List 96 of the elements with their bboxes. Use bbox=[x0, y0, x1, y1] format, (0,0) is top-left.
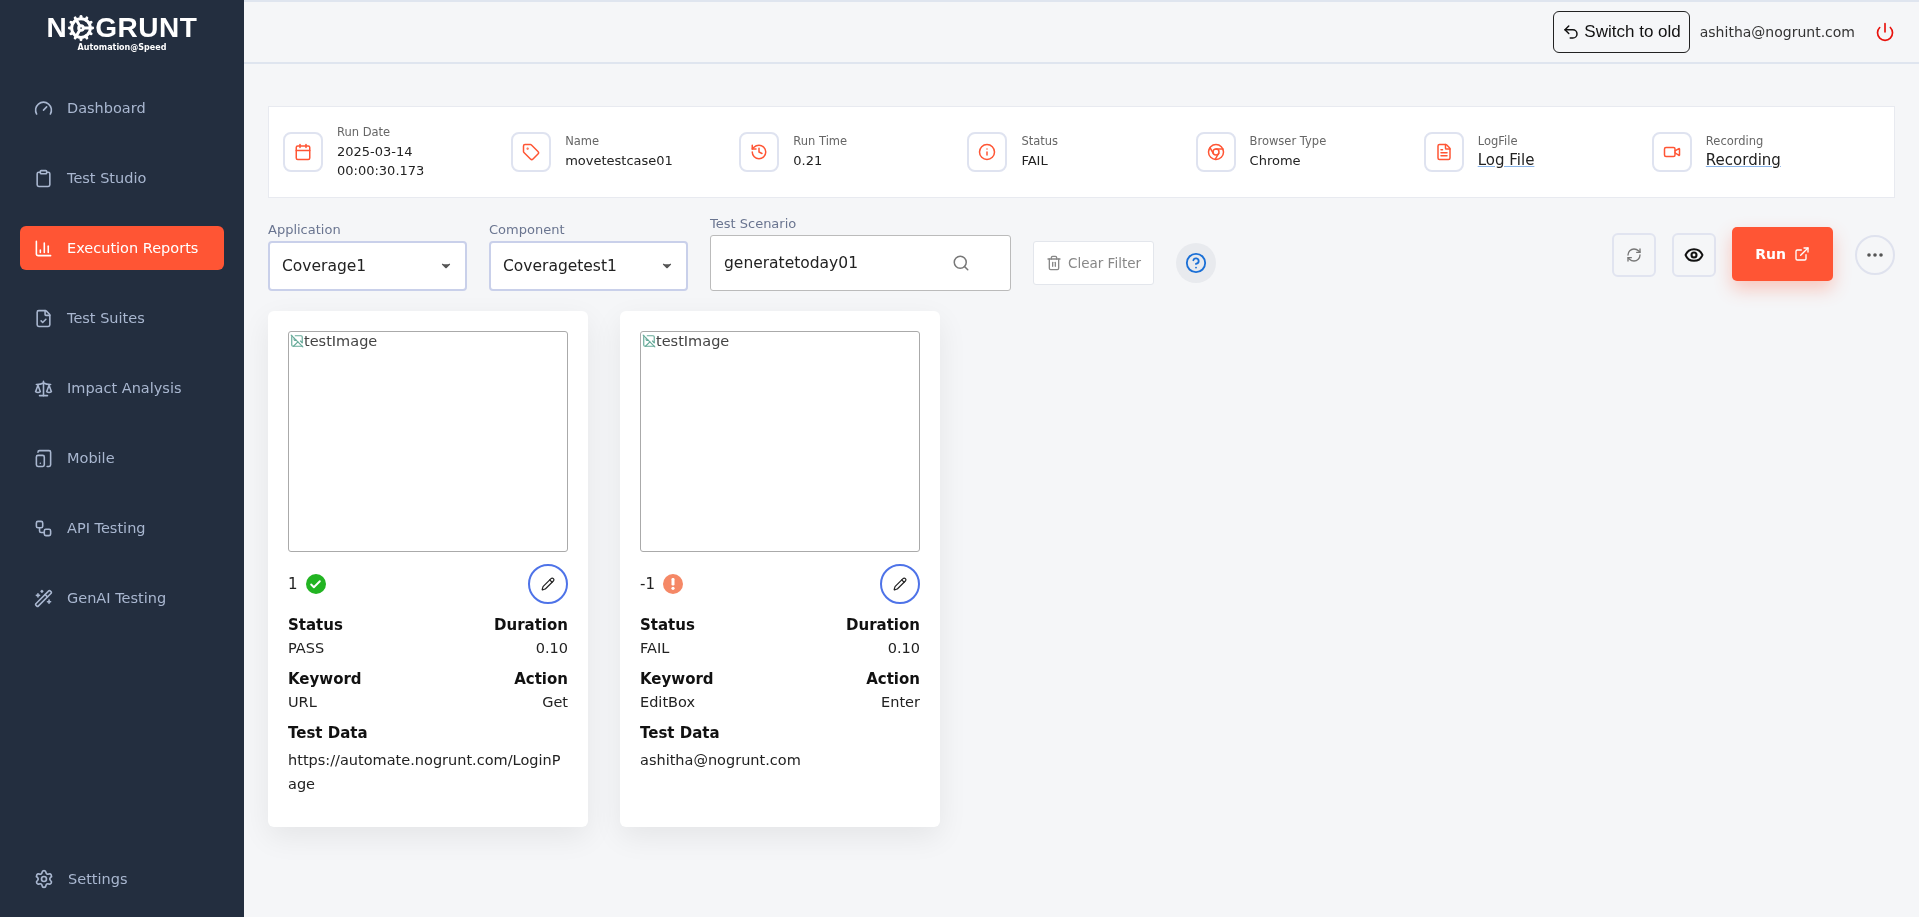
video-icon bbox=[1651, 132, 1692, 172]
info-label: Run Time bbox=[793, 134, 848, 148]
phone-icon bbox=[34, 448, 53, 468]
calendar-icon bbox=[283, 132, 323, 172]
field-label: Test Data bbox=[288, 724, 368, 742]
clear-filter-button[interactable]: Clear Filter bbox=[1033, 241, 1155, 285]
diagram-icon bbox=[34, 518, 53, 538]
field-label: Test Scenario bbox=[710, 216, 798, 231]
switch-icon bbox=[1562, 23, 1581, 41]
nav-item[interactable]: API Testing bbox=[20, 506, 224, 550]
edit-button[interactable] bbox=[528, 564, 568, 604]
field-label: Status bbox=[288, 616, 343, 634]
logo-tagline: Automation@Speed bbox=[77, 43, 167, 52]
history-icon bbox=[739, 132, 780, 172]
search-icon bbox=[952, 254, 970, 272]
field-value: ashitha@nogrunt.com bbox=[640, 751, 802, 770]
info-label: Status bbox=[1021, 134, 1059, 148]
info-label: Name bbox=[565, 134, 601, 148]
chrome-icon bbox=[1195, 132, 1236, 172]
field-value: URL bbox=[288, 694, 317, 710]
field-value: EditBox bbox=[640, 694, 696, 710]
help-button[interactable] bbox=[1176, 243, 1217, 283]
info-value: 2025-03-14 00:00:30.173 bbox=[337, 142, 425, 180]
switch-button[interactable]: Switch to old bbox=[1553, 11, 1690, 53]
image-alt-text: testImage bbox=[290, 333, 378, 349]
checklist-icon bbox=[34, 308, 53, 328]
bar-chart-icon bbox=[34, 238, 53, 258]
broken-image-icon bbox=[642, 334, 656, 348]
nav-item[interactable]: Dashboard bbox=[20, 86, 224, 130]
field-label: Action bbox=[866, 670, 920, 688]
field-value: 0.10 bbox=[887, 640, 920, 656]
field-label: Keyword bbox=[288, 670, 362, 688]
info-label: LogFile bbox=[1477, 134, 1519, 148]
info-icon bbox=[967, 132, 1008, 172]
pencil-icon bbox=[893, 577, 907, 591]
clipboard-icon bbox=[34, 168, 53, 188]
info-label: Run Date bbox=[337, 124, 392, 139]
broken-image-icon bbox=[290, 334, 304, 348]
field-label: Keyword bbox=[640, 670, 714, 688]
field-value: Enter bbox=[881, 694, 920, 710]
help-icon bbox=[1185, 252, 1208, 274]
field-value: FAIL bbox=[640, 640, 670, 656]
refresh-icon bbox=[1626, 247, 1642, 263]
edit-button[interactable] bbox=[880, 564, 920, 604]
info-link[interactable]: Recording bbox=[1705, 151, 1781, 170]
trash-icon bbox=[1046, 255, 1062, 271]
field-label: Test Data bbox=[640, 724, 720, 742]
refresh-button[interactable] bbox=[1612, 233, 1656, 277]
field-value: Get bbox=[542, 694, 568, 710]
check-icon bbox=[305, 574, 326, 594]
info-value: Chrome bbox=[1249, 152, 1301, 170]
alert-icon bbox=[662, 574, 683, 594]
info-value: 0.21 bbox=[793, 152, 823, 170]
gauge-icon bbox=[34, 98, 53, 118]
field-label: Duration bbox=[846, 616, 920, 634]
field-label: Action bbox=[514, 670, 568, 688]
scale-icon bbox=[34, 378, 53, 398]
info-value: movetestcase01 bbox=[565, 152, 673, 170]
step-number: -1 bbox=[640, 575, 655, 593]
info-label: Browser Type bbox=[1249, 134, 1327, 148]
tag-icon bbox=[511, 132, 552, 172]
document-icon bbox=[1423, 132, 1464, 172]
more-icon bbox=[1867, 253, 1883, 257]
wand-icon bbox=[34, 588, 53, 608]
nav-item[interactable]: GenAI Testing bbox=[20, 576, 224, 620]
info-link[interactable]: Log File bbox=[1477, 151, 1535, 170]
field-label: Duration bbox=[494, 616, 568, 634]
gear-icon bbox=[67, 14, 96, 42]
nav-item[interactable]: Settings bbox=[20, 857, 224, 901]
settings-icon bbox=[34, 869, 54, 889]
info-label: Recording bbox=[1705, 134, 1765, 148]
nav-item[interactable]: Test Suites bbox=[20, 296, 224, 340]
external-link-icon bbox=[1793, 246, 1810, 262]
eye-icon bbox=[1684, 245, 1704, 265]
logo-text: N bbox=[46, 14, 68, 42]
more-button[interactable] bbox=[1855, 235, 1895, 275]
nav-item[interactable]: Impact Analysis bbox=[20, 366, 224, 410]
component-select[interactable]: Coveragetest1 bbox=[489, 241, 688, 291]
field-label: Application bbox=[268, 222, 342, 237]
search-field[interactable]: generatetoday01 bbox=[710, 235, 1011, 291]
field-value: PASS bbox=[288, 640, 325, 656]
user-email: ashitha@nogrunt.com bbox=[1699, 24, 1855, 40]
step-number: 1 bbox=[288, 575, 298, 593]
logo-text: GRUNT bbox=[95, 14, 198, 42]
field-value: https://automate.nogrunt.com/LoginPage bbox=[288, 751, 562, 794]
pencil-icon bbox=[541, 577, 555, 591]
application-select[interactable]: Coverage1 bbox=[268, 241, 467, 291]
nav-item[interactable]: Mobile bbox=[20, 436, 224, 480]
field-value: 0.10 bbox=[535, 640, 568, 656]
field-label: Component bbox=[489, 222, 566, 237]
field-label: Status bbox=[640, 616, 695, 634]
info-value: FAIL bbox=[1021, 152, 1048, 170]
view-button[interactable] bbox=[1672, 233, 1716, 277]
power-icon[interactable] bbox=[1875, 22, 1895, 42]
image-alt-text: testImage bbox=[642, 333, 730, 349]
nav-item[interactable]: Test Studio bbox=[20, 156, 224, 200]
